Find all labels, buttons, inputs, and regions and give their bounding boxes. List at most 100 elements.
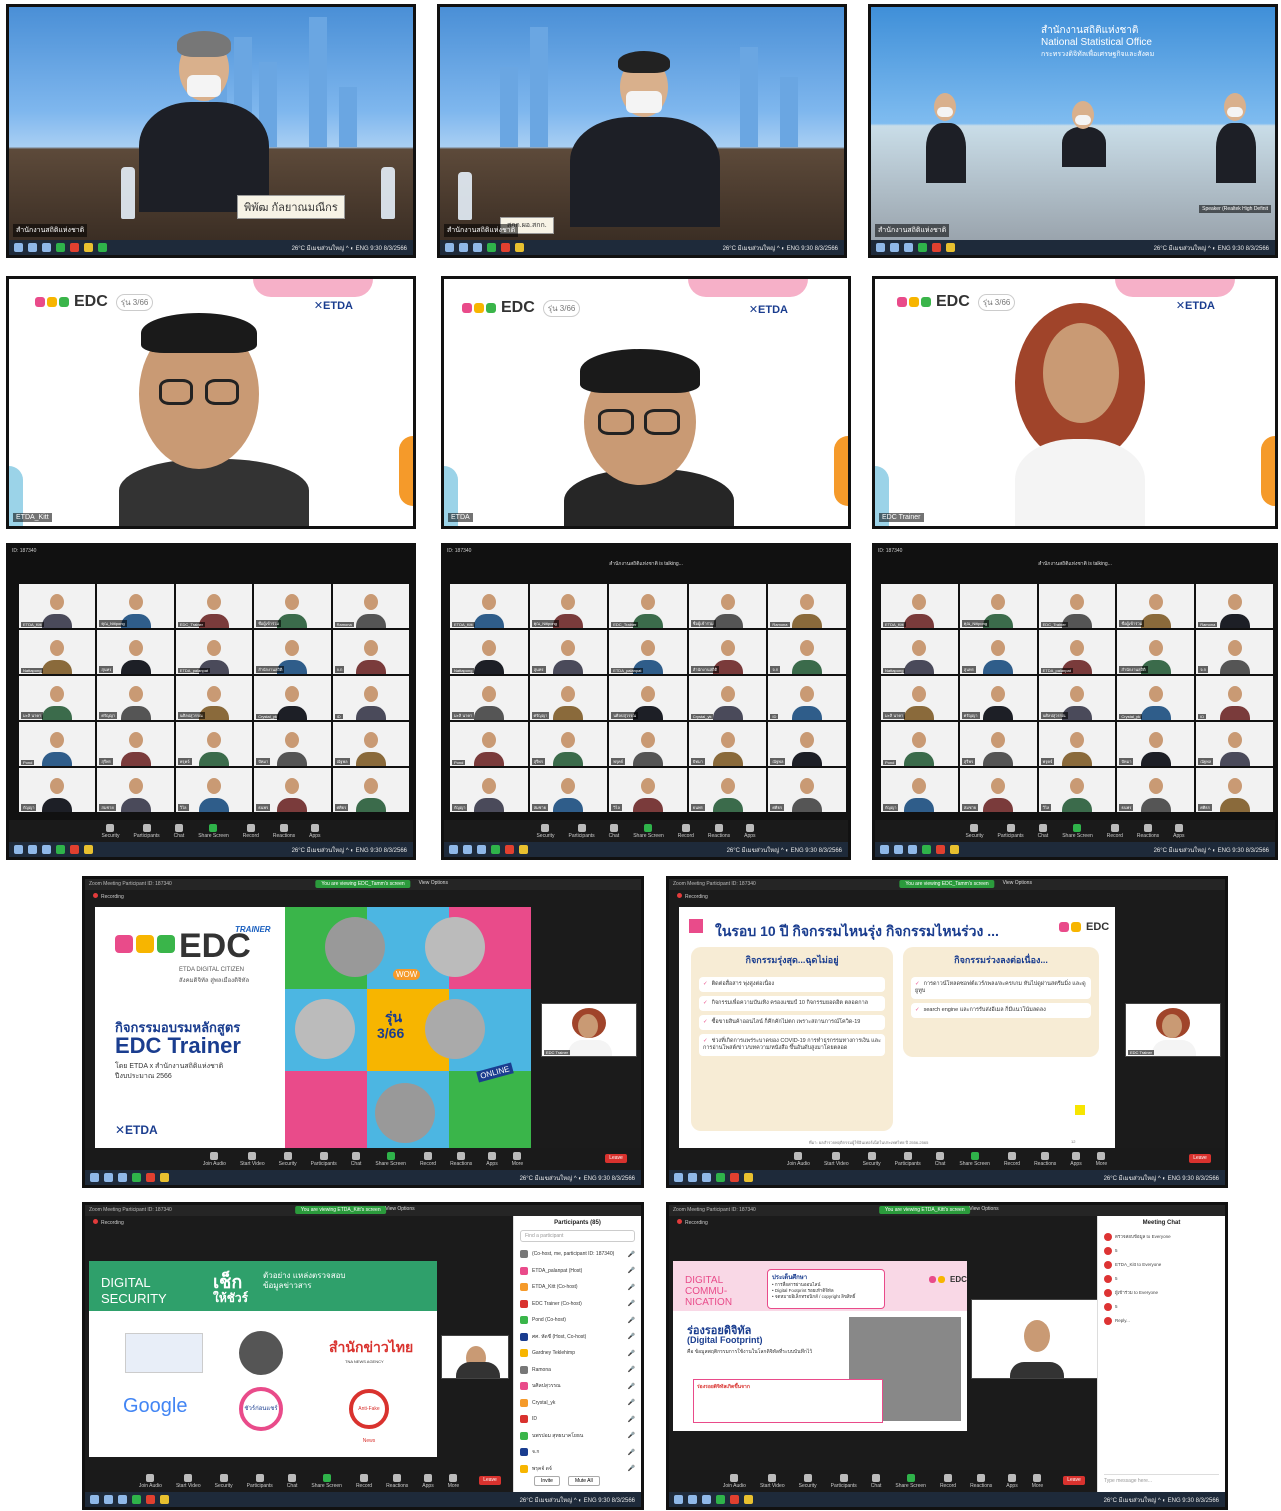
participant-tile[interactable]: สุนทร: [529, 630, 608, 674]
toolbar-start-video-button[interactable]: Start Video: [176, 1473, 201, 1489]
participant-tile[interactable]: กัญญา: [450, 768, 528, 812]
participant-tile[interactable]: Nattapong: [450, 630, 528, 674]
participant-tile[interactable]: ศรัญญา: [97, 676, 174, 720]
participant-tile[interactable]: ปัทมา: [254, 722, 331, 766]
participant-row[interactable]: EDC Trainer (Co-host) 🎤: [520, 1296, 635, 1313]
participant-tile[interactable]: พรุคจ์: [1038, 722, 1116, 766]
speaker-thumbnail[interactable]: EDC Trainer: [541, 1003, 637, 1057]
participant-row[interactable]: ETDA_Kitt (Co-host) 🎤: [520, 1279, 635, 1296]
toolbar-reactions-button[interactable]: Reactions: [1034, 1151, 1056, 1167]
participant-row[interactable]: Ramona 🎤: [520, 1362, 635, 1379]
toolbar-security-button[interactable]: Security: [279, 1151, 297, 1167]
toolbar-record-button[interactable]: Record: [1004, 1151, 1020, 1167]
participant-tile[interactable]: จ.ก: [1196, 630, 1273, 674]
participant-tile[interactable]: สมชาย: [529, 768, 608, 812]
toolbar-apps-button[interactable]: Apps: [1173, 823, 1185, 839]
participant-row[interactable]: Pond (Co-host) 🎤: [520, 1312, 635, 1329]
mute-all-button[interactable]: Mute All: [567, 1476, 600, 1486]
participant-tile[interactable]: วิไล: [175, 768, 253, 812]
toolbar-chat-button[interactable]: Chat: [935, 1151, 945, 1167]
participant-tile[interactable]: Nattapong: [881, 630, 958, 674]
toolbar-record-button[interactable]: Record: [243, 823, 259, 839]
toolbar-reactions-button[interactable]: Reactions: [273, 823, 295, 839]
participant-tile[interactable]: ID: [1196, 676, 1273, 720]
participant-tile[interactable]: ธนพร: [688, 768, 767, 812]
toolbar-more-button[interactable]: More: [1032, 1473, 1043, 1489]
participant-search[interactable]: Find a participant: [520, 1230, 635, 1242]
toolbar-share-screen-button[interactable]: Share Screen: [311, 1473, 342, 1489]
participant-row[interactable]: นศิลปสุวรรณ 🎤: [520, 1378, 635, 1395]
mic-muted-icon[interactable]: 🎤: [628, 1350, 635, 1357]
leave-button[interactable]: Leave: [1063, 1476, 1085, 1485]
toolbar-record-button[interactable]: Record: [420, 1151, 436, 1167]
participant-tile[interactable]: พรุคจ์: [175, 722, 253, 766]
mic-muted-icon[interactable]: 🎤: [628, 1317, 635, 1324]
mic-muted-icon[interactable]: 🎤: [628, 1449, 635, 1456]
participant-row[interactable]: ETDA_palanpat (Host) 🎤: [520, 1263, 635, 1280]
participant-row[interactable]: ID 🎤: [520, 1411, 635, 1428]
speaker-thumbnail[interactable]: [971, 1299, 1099, 1379]
participant-tile[interactable]: สุรีพร: [959, 722, 1037, 766]
toolbar-record-button[interactable]: Record: [356, 1473, 372, 1489]
toolbar-participants-button[interactable]: Participants: [831, 1473, 857, 1489]
participant-tile[interactable]: Crystal_yk: [1117, 676, 1195, 720]
leave-button[interactable]: Leave: [605, 1154, 627, 1163]
participant-tile[interactable]: ชื่อผู้เข้าร่วม: [254, 584, 331, 628]
participant-tile[interactable]: EDC_Trainer: [175, 584, 253, 628]
participant-tile[interactable]: ณัฐพล: [1196, 722, 1273, 766]
participant-tile[interactable]: ณัฐพล: [768, 722, 846, 766]
toolbar-apps-button[interactable]: Apps: [422, 1473, 434, 1489]
participant-tile[interactable]: สำนักงานสถิติ: [1117, 630, 1195, 674]
participant-tile[interactable]: วิไล: [609, 768, 687, 812]
toolbar-join-audio-button[interactable]: Join Audio: [723, 1473, 746, 1489]
mic-muted-icon[interactable]: 🎤: [628, 1267, 635, 1274]
invite-button[interactable]: Invite: [534, 1476, 560, 1486]
toolbar-start-video-button[interactable]: Start Video: [760, 1473, 785, 1489]
participant-tile[interactable]: พรุคจ์: [609, 722, 687, 766]
toolbar-apps-button[interactable]: Apps: [486, 1151, 498, 1167]
mic-muted-icon[interactable]: 🎤: [628, 1366, 635, 1373]
toolbar-chat-button[interactable]: Chat: [871, 1473, 881, 1489]
participant-tile[interactable]: ศรัญญา: [959, 676, 1037, 720]
participant-row[interactable]: นพรปอม สุทธนาคโยธน 🎤: [520, 1428, 635, 1445]
toolbar-reactions-button[interactable]: Reactions: [386, 1473, 408, 1489]
toolbar-apps-button[interactable]: Apps: [744, 823, 756, 839]
participant-tile[interactable]: Ramona: [332, 584, 409, 628]
toolbar-more-button[interactable]: More: [448, 1473, 459, 1489]
toolbar-apps-button[interactable]: Apps: [1070, 1151, 1082, 1167]
participant-tile[interactable]: มะลิ นาคา: [450, 676, 528, 720]
participant-tile[interactable]: ETDA_Kitt: [19, 584, 96, 628]
participant-tile[interactable]: ETDA_palanpat: [175, 630, 253, 674]
participant-tile[interactable]: ศศิธร: [768, 768, 846, 812]
view-options-button[interactable]: View Options: [969, 1206, 998, 1212]
toolbar-start-video-button[interactable]: Start Video: [824, 1151, 849, 1167]
toolbar-participants-button[interactable]: Participants: [569, 823, 595, 839]
participant-tile[interactable]: Ramona: [768, 584, 846, 628]
participant-tile[interactable]: ETDA_palanpat: [1038, 630, 1116, 674]
mic-muted-icon[interactable]: 🎤: [628, 1432, 635, 1439]
participant-tile[interactable]: Crystal_yk: [688, 676, 767, 720]
participant-tile[interactable]: คุณ_Nitipong: [959, 584, 1037, 628]
mic-muted-icon[interactable]: 🎤: [628, 1399, 635, 1406]
participant-tile[interactable]: สมชาย: [97, 768, 174, 812]
participant-tile[interactable]: Pond: [450, 722, 528, 766]
leave-button[interactable]: Leave: [1189, 1154, 1211, 1163]
participant-tile[interactable]: EDC_Trainer: [609, 584, 687, 628]
participant-tile[interactable]: ปัทมา: [1117, 722, 1195, 766]
participant-tile[interactable]: กัญญา: [19, 768, 96, 812]
participant-tile[interactable]: Pond: [19, 722, 96, 766]
participant-tile[interactable]: คุณ_Nitipong: [529, 584, 608, 628]
toolbar-apps-button[interactable]: Apps: [309, 823, 321, 839]
participant-tile[interactable]: สุรีพร: [529, 722, 608, 766]
toolbar-security-button[interactable]: Security: [863, 1151, 881, 1167]
participant-tile[interactable]: Nattapong: [19, 630, 96, 674]
toolbar-chat-button[interactable]: Chat: [287, 1473, 297, 1489]
participant-tile[interactable]: ID: [332, 676, 409, 720]
participant-tile[interactable]: ETDA_palanpat: [609, 630, 687, 674]
toolbar-chat-button[interactable]: Chat: [1038, 823, 1048, 839]
toolbar-reactions-button[interactable]: Reactions: [450, 1151, 472, 1167]
participant-tile[interactable]: สุนทร: [97, 630, 174, 674]
participant-tile[interactable]: สุนทร: [959, 630, 1037, 674]
participant-tile[interactable]: กัญญา: [881, 768, 958, 812]
participant-tile[interactable]: วิไล: [1038, 768, 1116, 812]
